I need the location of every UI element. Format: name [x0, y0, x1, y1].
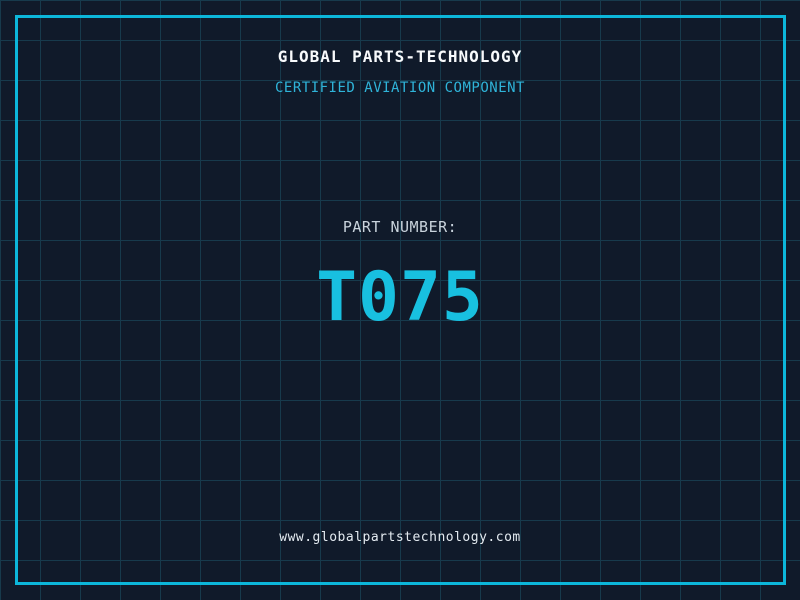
part-number-value: T075	[316, 258, 484, 337]
blueprint-page: GLOBAL PARTS-TECHNOLOGY CERTIFIED AVIATI…	[0, 0, 800, 600]
certification-subtitle: CERTIFIED AVIATION COMPONENT	[274, 80, 525, 96]
part-number-label: PART NUMBER:	[342, 218, 458, 236]
company-title: GLOBAL PARTS-TECHNOLOGY	[277, 47, 523, 66]
website-url: www.globalpartstechnology.com	[279, 530, 521, 545]
